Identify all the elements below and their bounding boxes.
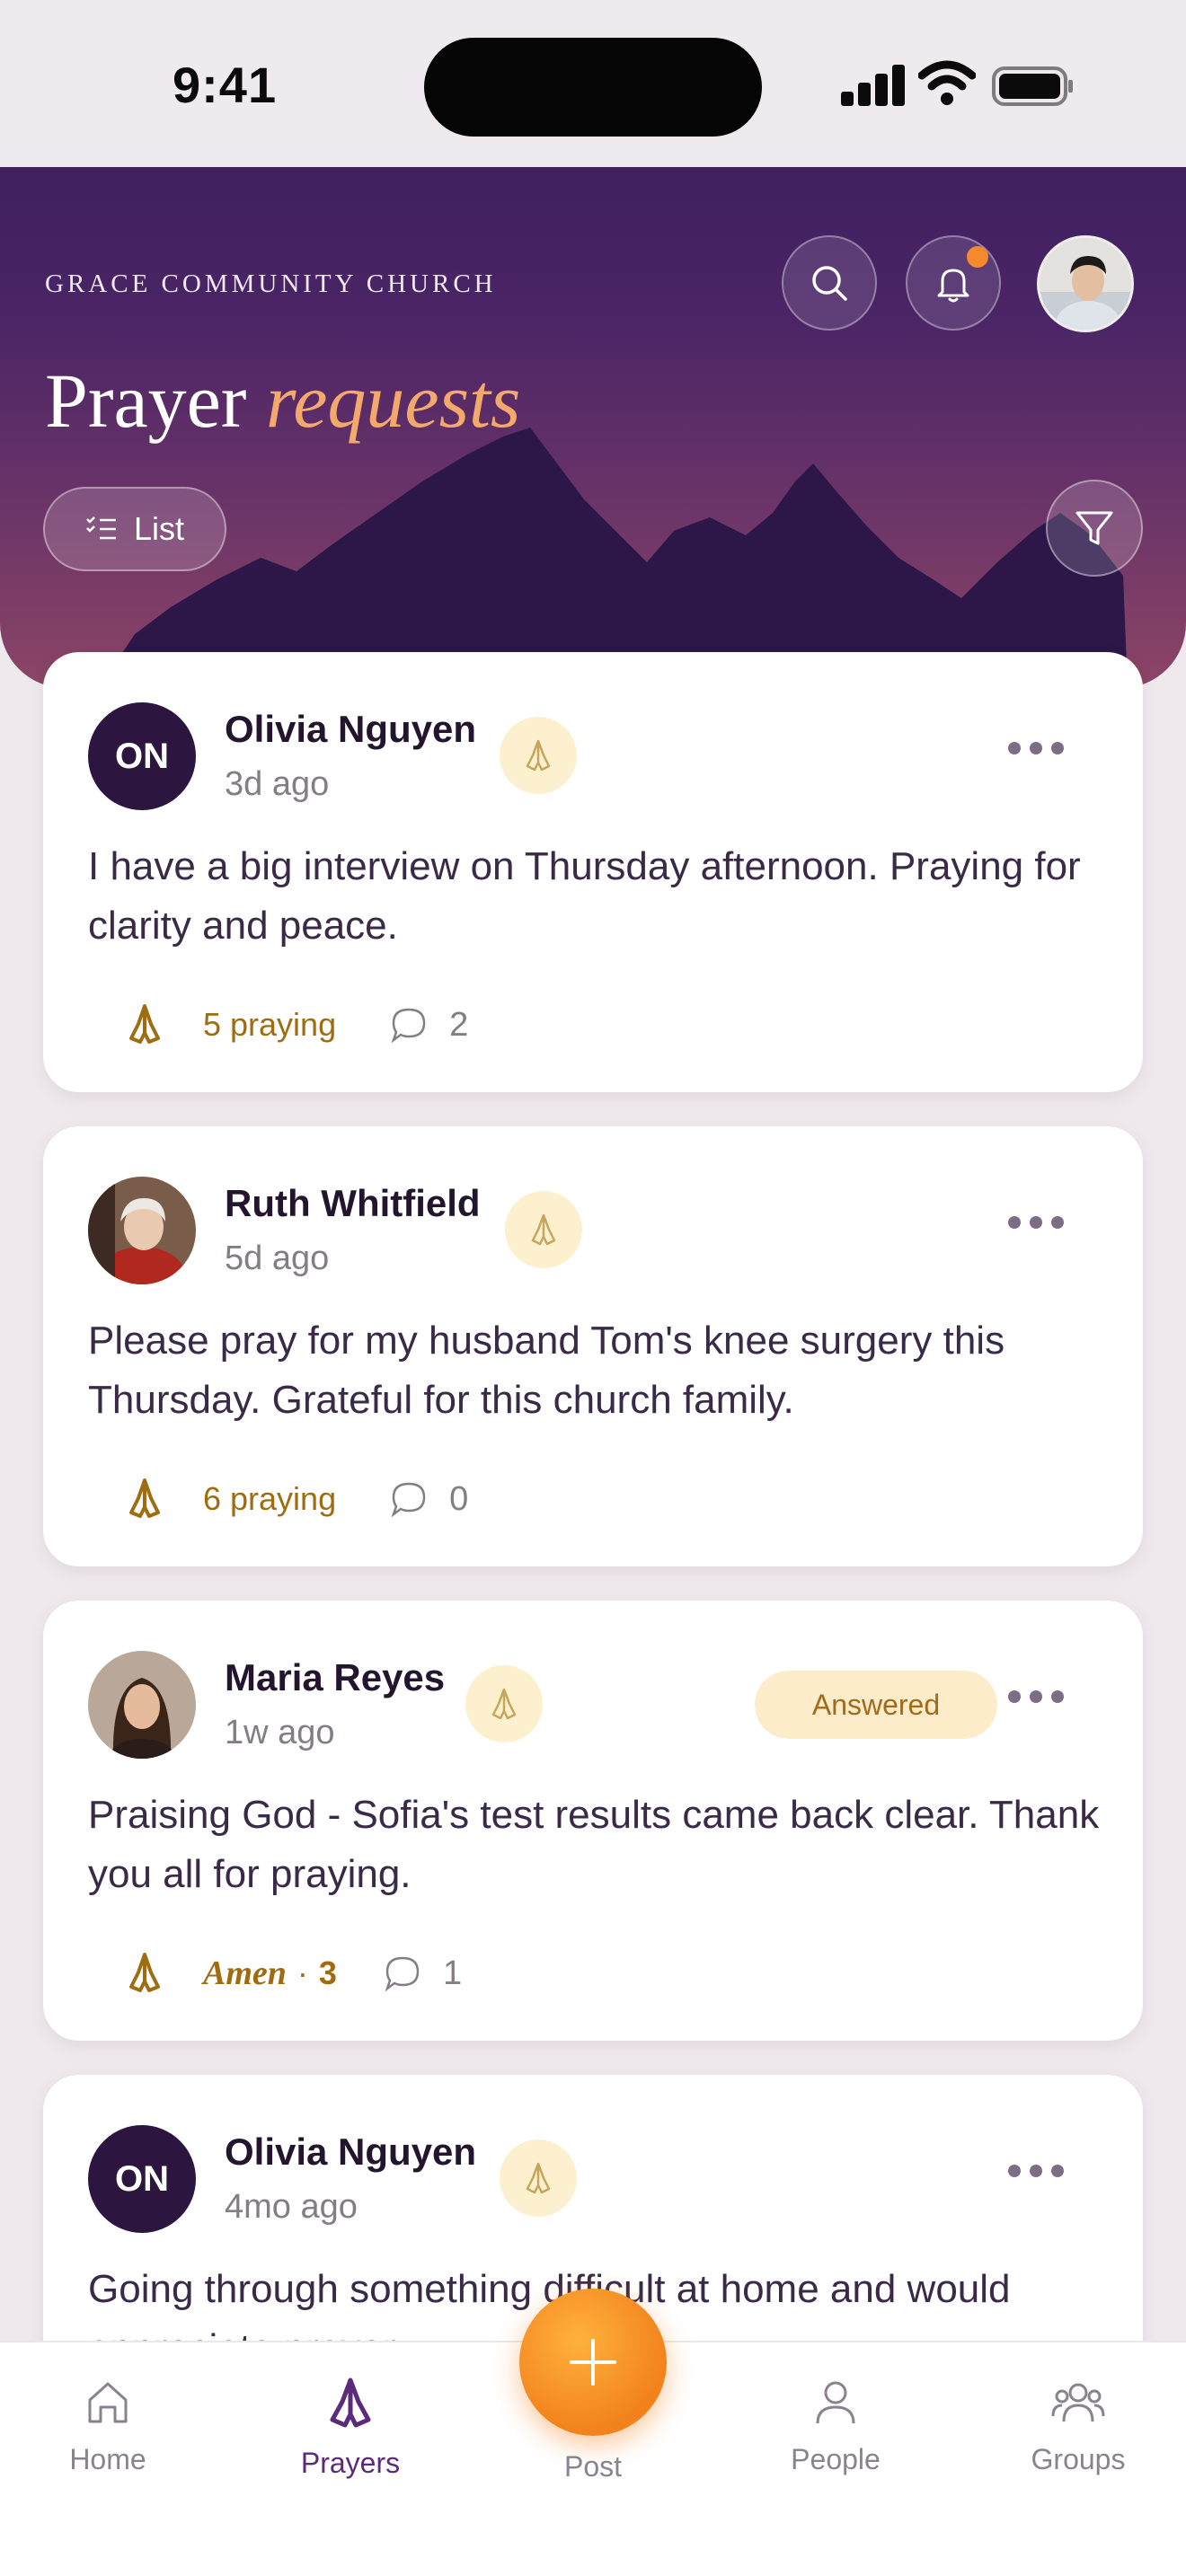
comment-icon — [391, 1008, 426, 1044]
search-button[interactable] — [782, 235, 877, 331]
author-name: Maria Reyes — [225, 1656, 446, 1698]
author-name: Olivia Nguyen — [225, 708, 477, 750]
praying-hands-icon[interactable] — [122, 1002, 167, 1047]
post-time: 1w ago — [225, 1714, 335, 1751]
nav-groups-label: Groups — [1031, 2443, 1126, 2475]
profile-photo — [1040, 238, 1131, 330]
prayer-card[interactable]: ON Olivia Nguyen 3d ago I have a big int… — [43, 652, 1143, 1092]
praying-hands-icon — [491, 1688, 517, 1720]
nav-home-label: Home — [69, 2443, 146, 2475]
praying-hands-icon — [330, 2378, 371, 2428]
pray-button[interactable] — [505, 1191, 582, 1268]
page-title: Prayer requests — [45, 356, 520, 446]
post-time: 4mo ago — [225, 2188, 358, 2226]
comment-count: 1 — [442, 1954, 463, 1992]
separator-dot: · — [296, 1954, 308, 1991]
title-main: Prayer — [45, 357, 247, 444]
profile-avatar[interactable] — [1037, 235, 1134, 332]
filter-icon — [1075, 511, 1113, 545]
more-options-button[interactable] — [1008, 742, 1064, 754]
comment-count: 0 — [449, 1479, 469, 1518]
search-icon — [812, 266, 847, 301]
card-actions: 5 praying 2 — [122, 1002, 468, 1047]
nav-people-label: People — [791, 2443, 881, 2475]
praying-count[interactable]: 5 praying — [203, 1006, 336, 1044]
comments-button[interactable]: 1 — [382, 1953, 462, 1994]
new-post-button[interactable] — [519, 2289, 667, 2436]
wifi-icon — [918, 60, 976, 105]
avatar — [88, 1651, 196, 1759]
comments-button[interactable]: 0 — [388, 1478, 468, 1520]
prayer-card[interactable]: Maria Reyes 1w ago Answered Praising God… — [43, 1601, 1143, 2041]
answered-badge: Answered — [755, 1671, 997, 1739]
status-time: 9:41 — [173, 57, 278, 113]
praying-count[interactable]: 6 praying — [203, 1480, 336, 1518]
nav-post-label: Post — [563, 2450, 623, 2483]
avatar-photo — [88, 1651, 196, 1759]
post-time: 5d ago — [225, 1239, 330, 1277]
pray-button[interactable] — [500, 717, 577, 794]
notification-dot — [967, 246, 988, 268]
nav-prayers[interactable]: Prayers — [261, 2377, 440, 2480]
comment-icon — [385, 1956, 420, 1992]
post-text: I have a big interview on Thursday after… — [88, 844, 1081, 948]
more-options-button[interactable] — [1008, 1690, 1064, 1703]
post-time: 3d ago — [225, 765, 330, 803]
view-toggle-button[interactable]: List — [43, 487, 226, 571]
praying-hands-icon[interactable] — [122, 1477, 167, 1522]
header: GRACE COMMUNITY CHURCH Prayer requests L… — [0, 167, 1186, 688]
home-icon — [88, 2382, 128, 2423]
bell-icon — [937, 269, 969, 303]
nav-home[interactable]: Home — [18, 2377, 198, 2476]
battery-icon — [992, 66, 1073, 106]
more-options-button[interactable] — [1008, 1216, 1064, 1229]
person-icon — [816, 2381, 855, 2424]
status-bar: 9:41 — [0, 0, 1186, 167]
post-text: Praising God - Sofia's test results came… — [88, 1793, 1100, 1896]
nav-groups[interactable]: Groups — [988, 2377, 1168, 2476]
author-name: Olivia Nguyen — [225, 2130, 477, 2173]
praying-hands-icon — [531, 1213, 556, 1246]
more-options-button[interactable] — [1008, 2165, 1064, 2177]
nav-people[interactable]: People — [746, 2377, 925, 2476]
comment-count: 2 — [449, 1005, 469, 1044]
praying-hands-icon — [526, 2162, 551, 2194]
comment-icon — [391, 1482, 426, 1518]
nav-prayers-label: Prayers — [300, 2447, 401, 2479]
avatar — [88, 1177, 196, 1284]
list-icon — [86, 516, 116, 540]
comments-button[interactable]: 2 — [388, 1004, 468, 1045]
signal-icon — [841, 63, 905, 106]
view-toggle-label: List — [133, 510, 185, 547]
post-text: Please pray for my husband Tom's knee su… — [88, 1319, 1005, 1422]
avatar: ON — [88, 2125, 196, 2233]
card-actions: Amen · 3 1 — [122, 1951, 462, 1996]
notifications-button[interactable] — [906, 235, 1001, 331]
card-actions: 6 praying 0 — [122, 1477, 468, 1522]
plus-icon — [570, 2339, 616, 2386]
pray-button[interactable] — [465, 1665, 543, 1742]
avatar: ON — [88, 702, 196, 810]
prayer-card[interactable]: Ruth Whitfield 5d ago Please pray for my… — [43, 1126, 1143, 1566]
title-accent: requests — [265, 357, 521, 444]
group-icon — [1051, 2383, 1105, 2422]
amen-label[interactable]: Amen — [203, 1954, 287, 1993]
dynamic-island — [424, 38, 762, 137]
church-name: GRACE COMMUNITY CHURCH — [45, 269, 497, 298]
author-name: Ruth Whitfield — [225, 1182, 481, 1224]
filter-button[interactable] — [1046, 480, 1143, 577]
amen-count: 3 — [318, 1954, 337, 1991]
praying-hands-icon — [526, 739, 551, 772]
avatar-photo — [88, 1177, 196, 1284]
pray-button[interactable] — [500, 2139, 577, 2217]
praying-hands-icon[interactable] — [122, 1951, 167, 1996]
